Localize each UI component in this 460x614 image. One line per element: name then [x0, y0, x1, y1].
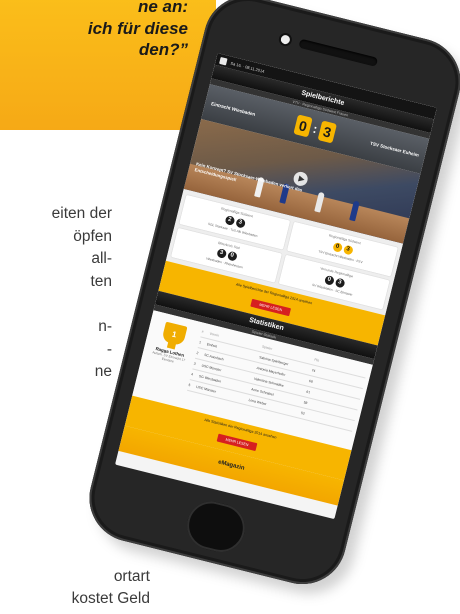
card-home-score: 3 [215, 247, 227, 259]
home-team: Eintracht Wiesbaden [210, 100, 256, 117]
body-line [0, 293, 112, 316]
trophy-rank: 1 [170, 329, 178, 340]
body-line: ten [90, 272, 112, 290]
home-score: 0 [293, 114, 313, 138]
away-score: 3 [317, 120, 337, 144]
body-line: n- [98, 317, 112, 335]
body-line: öpfen [73, 227, 112, 245]
card-away-score: 3 [342, 244, 354, 256]
card-home-score: 0 [323, 274, 335, 286]
footer-line: ortart [113, 568, 150, 585]
speaker-grille [298, 38, 379, 67]
more-stats-button[interactable]: MEHR LESEN [216, 433, 258, 451]
card-away-score: 3 [334, 277, 346, 289]
away-team: TSV Stocksaer Euheim [369, 140, 420, 158]
body-line: eiten der [51, 205, 112, 222]
card-home-score: 0 [331, 241, 343, 253]
body-line: - [106, 340, 112, 358]
score-separator: : [311, 121, 319, 137]
body-line: ne [94, 363, 112, 381]
quote-text: ne an: ich für diese den?” [87, 0, 188, 59]
home-button[interactable] [182, 496, 250, 558]
body-line: all- [91, 250, 112, 268]
card-away-score: 3 [234, 217, 246, 229]
card-home-score: 2 [224, 214, 235, 226]
app-logo-icon [219, 56, 228, 65]
camera-icon [279, 34, 291, 46]
card-away-score: 0 [226, 250, 238, 262]
more-reports-button[interactable]: MEHR LESEN [250, 298, 291, 317]
footer-line: kostet Geld [71, 590, 150, 607]
body-paragraph: eiten der öpfen all- ten n- - ne [0, 203, 112, 384]
footer-paragraph: ortart kostet Geld [0, 566, 150, 610]
trophy-icon: 1 [161, 321, 188, 347]
scoreboard: 0 : 3 [293, 114, 337, 144]
